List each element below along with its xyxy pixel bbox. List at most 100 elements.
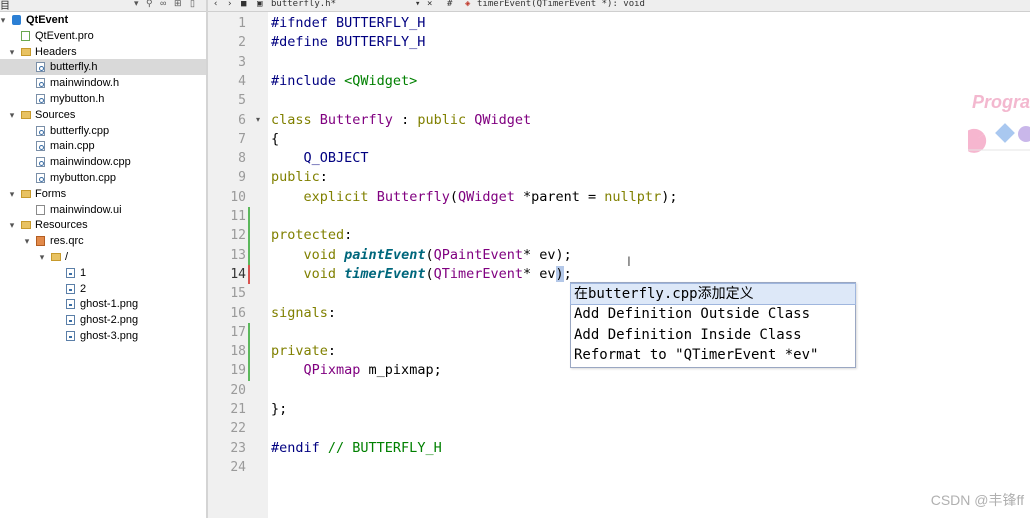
code-line[interactable]: };	[271, 400, 287, 419]
tree-item[interactable]: ghost-2.png	[0, 312, 206, 328]
tree-item-label: 1	[80, 266, 87, 279]
tree-item[interactable]: mainwindow.ui	[0, 202, 206, 218]
image-file-icon	[66, 315, 75, 326]
tree-item[interactable]: QtEvent.pro	[0, 28, 206, 44]
tree-item-label: Sources	[35, 108, 76, 121]
tree-item[interactable]: 2	[0, 281, 206, 297]
logo-text: Progra	[972, 92, 1030, 112]
tree-item[interactable]: ▾ QtEvent	[0, 12, 206, 28]
code-token: #ifndef BUTTERFLY_H	[271, 15, 426, 31]
back-arrow-icon[interactable]: ‹	[213, 0, 218, 9]
tree-item[interactable]: ▾ /	[0, 249, 206, 265]
change-marker	[248, 245, 250, 265]
quick-fix-popup: 在butterfly.cpp添加定义 Add Definition Outside…	[570, 282, 856, 368]
code-line[interactable]: #include <QWidget>	[271, 72, 417, 91]
change-marker	[248, 361, 250, 381]
file-tab-selector[interactable]: butterfly.h*	[271, 0, 336, 9]
tree-item[interactable]: mainwindow.h	[0, 75, 206, 91]
code-token: QPaintEvent	[433, 246, 523, 263]
code-token: public	[417, 111, 467, 128]
line-number: 18	[230, 344, 246, 360]
fold-arrow-icon[interactable]: ▾	[256, 115, 260, 124]
code-token: QWidget	[457, 188, 515, 205]
tree-item[interactable]: ghost-1.png	[0, 296, 206, 312]
expand-arrow-icon[interactable]: ▾	[7, 107, 17, 123]
filter-icon[interactable]: ⚲	[146, 0, 153, 9]
close-panel-icon[interactable]: ▯	[190, 0, 195, 9]
line-number: 8	[238, 151, 246, 167]
quick-fix-item[interactable]: Add Definition Inside Class	[571, 325, 855, 345]
editor-toolbar: ‹ › ■ ▣ butterfly.h* ▾ × # ◈ timerEvent(…	[207, 0, 1030, 12]
code-line[interactable]: private:	[271, 342, 336, 361]
line-number: 11	[230, 209, 246, 224]
expand-arrow-icon[interactable]: ▾	[37, 249, 47, 265]
code-line[interactable]: #define BUTTERFLY_H	[271, 33, 425, 52]
code-line[interactable]: class Butterfly : public QWidget	[271, 111, 531, 130]
expand-arrow-icon[interactable]: ▾	[7, 44, 17, 60]
line-number: 22	[230, 421, 246, 437]
quick-fix-item[interactable]: Add Definition Outside Class	[571, 304, 855, 324]
line-number: 4	[238, 73, 246, 89]
tree-item[interactable]: butterfly.cpp	[0, 123, 206, 139]
code-token: void	[303, 265, 337, 282]
line-number: 17	[230, 324, 246, 340]
line-number: 19	[230, 363, 246, 379]
expand-arrow-icon[interactable]: ▾	[7, 186, 17, 202]
line-number: 24	[230, 459, 246, 475]
quick-fix-item[interactable]: 在butterfly.cpp添加定义	[570, 282, 856, 305]
tree-item[interactable]: ghost-3.png	[0, 328, 206, 344]
expand-arrow-icon[interactable]: ▾	[22, 233, 32, 249]
code-token: :	[327, 343, 337, 360]
source-file-icon	[36, 125, 45, 136]
forward-arrow-icon[interactable]: ›	[227, 0, 232, 9]
tree-item-label: Forms	[35, 187, 67, 200]
code-token: #include	[271, 72, 345, 89]
tree-item-label: res.qrc	[50, 235, 84, 248]
tree-item[interactable]: ▾ Sources	[0, 107, 206, 123]
change-marker	[248, 322, 250, 343]
chevron-down-icon[interactable]: ▾	[415, 0, 420, 9]
code-line[interactable]: {	[271, 130, 279, 149]
tree-item-label: ghost-1.png	[80, 298, 139, 311]
line-number: 5	[238, 93, 246, 109]
code-line[interactable]: #endif // BUTTERFLY_H	[271, 439, 442, 458]
image-file-icon	[66, 299, 75, 310]
expand-arrow-icon[interactable]: ▾	[7, 217, 17, 233]
tree-item[interactable]: mybutton.cpp	[0, 170, 206, 186]
tree-item[interactable]: mainwindow.cpp	[0, 154, 206, 170]
tree-item[interactable]: mybutton.h	[0, 91, 206, 107]
tree-item[interactable]: ▾ Forms	[0, 186, 206, 202]
code-line[interactable]: Q_OBJECT	[271, 149, 369, 168]
tree-item[interactable]: main.cpp	[0, 138, 206, 154]
code-token: (	[425, 265, 434, 282]
link-icon[interactable]: ∞	[160, 0, 166, 8]
code-token: :	[327, 304, 337, 321]
code-line[interactable]: void paintEvent(QPaintEvent* ev);	[271, 246, 572, 265]
dropdown-arrow-icon[interactable]: ▾	[134, 0, 139, 9]
tree-item-label: mybutton.h	[50, 93, 105, 105]
code-line[interactable]: void timerEvent(QTimerEvent* ev);	[271, 265, 572, 284]
quick-fix-item[interactable]: Reformat to "QTimerEvent *ev"	[571, 345, 855, 365]
expand-arrow-icon[interactable]: ▾	[0, 12, 8, 28]
tree-item[interactable]: ▾ res.qrc	[0, 233, 206, 249]
split-icon[interactable]: ⊞	[174, 0, 182, 9]
code-line[interactable]: #ifndef BUTTERFLY_H	[271, 14, 425, 33]
code-line[interactable]: protected:	[271, 226, 352, 245]
code-line[interactable]: public:	[271, 168, 328, 187]
tree-item[interactable]: ▾ Resources	[0, 217, 206, 233]
code-line[interactable]: signals:	[271, 304, 336, 323]
tree-item[interactable]: 1	[0, 265, 206, 281]
code-line[interactable]: explicit Butterfly(QWidget *parent = nul…	[271, 188, 678, 207]
code-line[interactable]: QPixmap m_pixmap;	[271, 361, 442, 380]
close-file-icon[interactable]: ×	[427, 0, 432, 9]
symbol-selector[interactable]: timerEvent(QTimerEvent *): void	[477, 0, 645, 9]
tree-item[interactable]: ▾ Headers	[0, 44, 206, 60]
tree-item[interactable]: butterfly.h	[0, 59, 206, 76]
code-token: timerEvent	[344, 265, 426, 282]
tree-item-label: butterfly.h	[50, 61, 98, 74]
code-token: signals	[271, 304, 328, 321]
